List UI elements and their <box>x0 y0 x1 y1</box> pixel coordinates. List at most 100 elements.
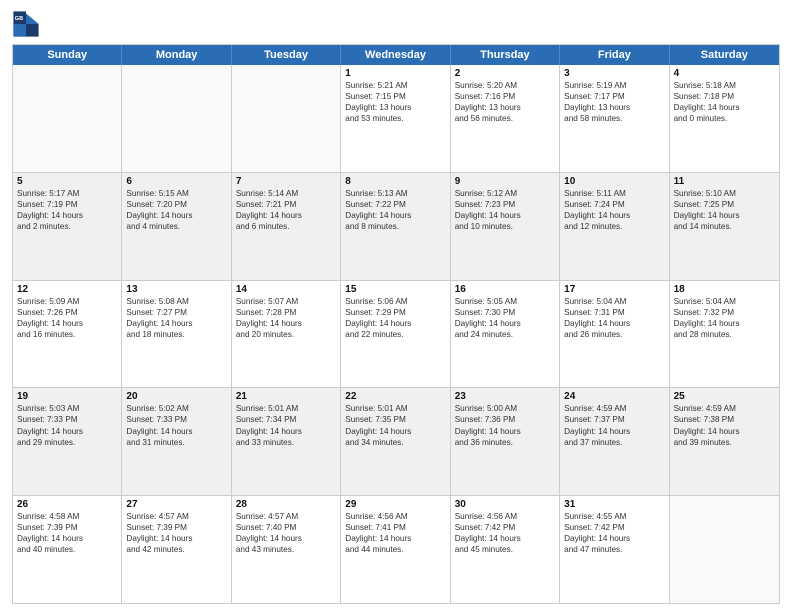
calendar-cell: 23Sunrise: 5:00 AMSunset: 7:36 PMDayligh… <box>451 388 560 495</box>
calendar-row: 26Sunrise: 4:58 AMSunset: 7:39 PMDayligh… <box>13 495 779 603</box>
day-number: 27 <box>126 499 226 510</box>
cell-info-line: Sunset: 7:33 PM <box>126 414 226 425</box>
day-number: 14 <box>236 284 336 295</box>
cell-info-line: Daylight: 14 hours <box>674 102 775 113</box>
cell-info-line: Daylight: 14 hours <box>345 318 445 329</box>
calendar-cell: 18Sunrise: 5:04 AMSunset: 7:32 PMDayligh… <box>670 281 779 388</box>
calendar-cell: 15Sunrise: 5:06 AMSunset: 7:29 PMDayligh… <box>341 281 450 388</box>
calendar-cell: 26Sunrise: 4:58 AMSunset: 7:39 PMDayligh… <box>13 496 122 603</box>
cell-info-line: Daylight: 14 hours <box>236 426 336 437</box>
cell-info-line: Sunrise: 5:12 AM <box>455 188 555 199</box>
cell-info-line: Daylight: 14 hours <box>236 318 336 329</box>
cell-info-line: and 12 minutes. <box>564 221 664 232</box>
cell-info-line: Daylight: 14 hours <box>126 318 226 329</box>
cell-info-line: Daylight: 14 hours <box>674 210 775 221</box>
calendar-cell: 17Sunrise: 5:04 AMSunset: 7:31 PMDayligh… <box>560 281 669 388</box>
cell-info-line: Sunrise: 5:20 AM <box>455 80 555 91</box>
cell-info-line: Sunset: 7:27 PM <box>126 307 226 318</box>
calendar-cell: 25Sunrise: 4:59 AMSunset: 7:38 PMDayligh… <box>670 388 779 495</box>
cell-info-line: Sunrise: 5:13 AM <box>345 188 445 199</box>
cell-info-line: Sunset: 7:22 PM <box>345 199 445 210</box>
calendar-row: 5Sunrise: 5:17 AMSunset: 7:19 PMDaylight… <box>13 172 779 280</box>
cell-info-line: Sunrise: 4:57 AM <box>236 511 336 522</box>
day-number: 20 <box>126 391 226 402</box>
calendar-cell: 19Sunrise: 5:03 AMSunset: 7:33 PMDayligh… <box>13 388 122 495</box>
calendar-cell: 16Sunrise: 5:05 AMSunset: 7:30 PMDayligh… <box>451 281 560 388</box>
day-number: 10 <box>564 176 664 187</box>
day-number: 7 <box>236 176 336 187</box>
cell-info-line: and 6 minutes. <box>236 221 336 232</box>
day-number: 16 <box>455 284 555 295</box>
cell-info-line: Sunrise: 4:59 AM <box>674 403 775 414</box>
calendar-cell: 2Sunrise: 5:20 AMSunset: 7:16 PMDaylight… <box>451 65 560 172</box>
cell-info-line: and 45 minutes. <box>455 544 555 555</box>
calendar-cell <box>122 65 231 172</box>
cell-info-line: Sunrise: 5:03 AM <box>17 403 117 414</box>
weekday-header: Thursday <box>451 45 560 65</box>
cell-info-line: and 20 minutes. <box>236 329 336 340</box>
cell-info-line: Sunrise: 4:59 AM <box>564 403 664 414</box>
cell-info-line: Sunset: 7:21 PM <box>236 199 336 210</box>
cell-info-line: Sunset: 7:19 PM <box>17 199 117 210</box>
cell-info-line: Daylight: 14 hours <box>564 426 664 437</box>
calendar-cell: 29Sunrise: 4:56 AMSunset: 7:41 PMDayligh… <box>341 496 450 603</box>
cell-info-line: Sunset: 7:25 PM <box>674 199 775 210</box>
cell-info-line: Daylight: 14 hours <box>126 210 226 221</box>
cell-info-line: Sunset: 7:39 PM <box>126 522 226 533</box>
cell-info-line: Sunset: 7:30 PM <box>455 307 555 318</box>
calendar-cell: 6Sunrise: 5:15 AMSunset: 7:20 PMDaylight… <box>122 173 231 280</box>
cell-info-line: Sunset: 7:41 PM <box>345 522 445 533</box>
cell-info-line: Daylight: 14 hours <box>345 426 445 437</box>
calendar-cell: 3Sunrise: 5:19 AMSunset: 7:17 PMDaylight… <box>560 65 669 172</box>
cell-info-line: and 26 minutes. <box>564 329 664 340</box>
day-number: 18 <box>674 284 775 295</box>
cell-info-line: Sunset: 7:26 PM <box>17 307 117 318</box>
calendar-cell: 28Sunrise: 4:57 AMSunset: 7:40 PMDayligh… <box>232 496 341 603</box>
cell-info-line: Sunrise: 4:58 AM <box>17 511 117 522</box>
cell-info-line: and 18 minutes. <box>126 329 226 340</box>
day-number: 24 <box>564 391 664 402</box>
cell-info-line: and 43 minutes. <box>236 544 336 555</box>
calendar-cell: 11Sunrise: 5:10 AMSunset: 7:25 PMDayligh… <box>670 173 779 280</box>
cell-info-line: Sunset: 7:38 PM <box>674 414 775 425</box>
calendar-cell: 4Sunrise: 5:18 AMSunset: 7:18 PMDaylight… <box>670 65 779 172</box>
cell-info-line: and 24 minutes. <box>455 329 555 340</box>
cell-info-line: and 8 minutes. <box>345 221 445 232</box>
logo: GB <box>12 10 44 38</box>
cell-info-line: Daylight: 14 hours <box>455 533 555 544</box>
calendar-cell: 1Sunrise: 5:21 AMSunset: 7:15 PMDaylight… <box>341 65 450 172</box>
cell-info-line: Sunrise: 5:08 AM <box>126 296 226 307</box>
cell-info-line: Sunset: 7:39 PM <box>17 522 117 533</box>
cell-info-line: and 14 minutes. <box>674 221 775 232</box>
cell-info-line: Sunset: 7:18 PM <box>674 91 775 102</box>
cell-info-line: Daylight: 14 hours <box>455 426 555 437</box>
cell-info-line: Sunrise: 5:01 AM <box>236 403 336 414</box>
cell-info-line: and 34 minutes. <box>345 437 445 448</box>
cell-info-line: Daylight: 14 hours <box>17 533 117 544</box>
cell-info-line: and 40 minutes. <box>17 544 117 555</box>
cell-info-line: Sunset: 7:35 PM <box>345 414 445 425</box>
cell-info-line: Sunset: 7:20 PM <box>126 199 226 210</box>
day-number: 25 <box>674 391 775 402</box>
cell-info-line: and 28 minutes. <box>674 329 775 340</box>
svg-text:GB: GB <box>15 16 23 22</box>
cell-info-line: and 10 minutes. <box>455 221 555 232</box>
cell-info-line: Daylight: 13 hours <box>345 102 445 113</box>
calendar-cell: 9Sunrise: 5:12 AMSunset: 7:23 PMDaylight… <box>451 173 560 280</box>
calendar-cell: 21Sunrise: 5:01 AMSunset: 7:34 PMDayligh… <box>232 388 341 495</box>
weekday-header: Friday <box>560 45 669 65</box>
cell-info-line: Daylight: 14 hours <box>345 210 445 221</box>
day-number: 15 <box>345 284 445 295</box>
cell-info-line: Daylight: 14 hours <box>674 318 775 329</box>
cell-info-line: Sunset: 7:24 PM <box>564 199 664 210</box>
weekday-header: Wednesday <box>341 45 450 65</box>
calendar-cell: 27Sunrise: 4:57 AMSunset: 7:39 PMDayligh… <box>122 496 231 603</box>
weekday-header: Sunday <box>13 45 122 65</box>
cell-info-line: Sunset: 7:40 PM <box>236 522 336 533</box>
cell-info-line: and 56 minutes. <box>455 113 555 124</box>
cell-info-line: Daylight: 14 hours <box>17 318 117 329</box>
cell-info-line: Daylight: 14 hours <box>564 210 664 221</box>
cell-info-line: and 29 minutes. <box>17 437 117 448</box>
calendar-cell <box>670 496 779 603</box>
calendar-cell: 22Sunrise: 5:01 AMSunset: 7:35 PMDayligh… <box>341 388 450 495</box>
